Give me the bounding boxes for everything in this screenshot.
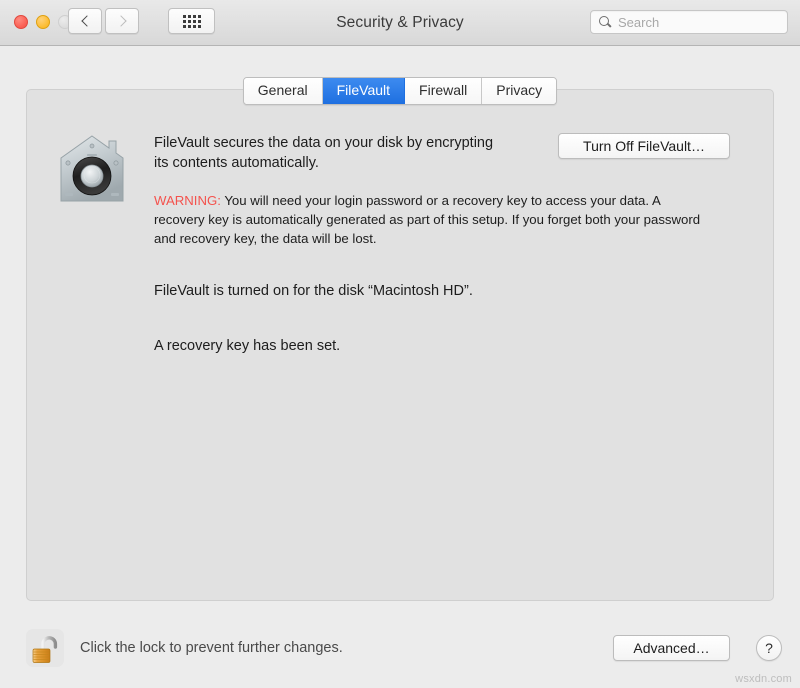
filevault-text-column: FileVault secures the data on your disk …	[154, 134, 700, 356]
warning-label: WARNING:	[154, 193, 221, 208]
lock-message: Click the lock to prevent further change…	[80, 640, 343, 656]
turn-off-filevault-button[interactable]: Turn Off FileVault…	[558, 133, 730, 159]
tab-group: General FileVault Firewall Privacy	[242, 77, 558, 105]
tab-general[interactable]: General	[243, 78, 323, 104]
tab-bar: General FileVault Firewall Privacy	[0, 77, 800, 105]
tab-firewall[interactable]: Firewall	[405, 78, 483, 104]
advanced-button[interactable]: Advanced…	[613, 635, 730, 661]
warning-body: You will need your login password or a r…	[154, 193, 701, 246]
tab-filevault[interactable]: FileVault	[322, 78, 406, 104]
filevault-warning: WARNING: You will need your login passwo…	[154, 191, 709, 248]
search-icon	[599, 16, 611, 28]
filevault-description: FileVault secures the data on your disk …	[154, 135, 494, 171]
filevault-panel: FileVault secures the data on your disk …	[26, 89, 774, 601]
filevault-icon	[54, 132, 130, 208]
search-input[interactable]	[618, 14, 779, 30]
unlocked-padlock-icon	[32, 636, 58, 663]
filevault-status: FileVault is turned on for the disk “Mac…	[154, 283, 473, 299]
tab-privacy[interactable]: Privacy	[482, 78, 557, 104]
search-field[interactable]	[590, 10, 788, 34]
lock-button[interactable]	[26, 629, 64, 667]
filevault-recovery-status: A recovery key has been set.	[154, 338, 341, 354]
lock-area: Click the lock to prevent further change…	[26, 629, 343, 667]
titlebar: Security & Privacy	[0, 0, 800, 46]
help-button[interactable]: ?	[756, 635, 782, 661]
security-privacy-window: Security & Privacy General FileVault Fir…	[0, 0, 800, 688]
watermark: wsxdn.com	[735, 673, 792, 685]
filevault-house-safe-icon	[60, 135, 124, 202]
